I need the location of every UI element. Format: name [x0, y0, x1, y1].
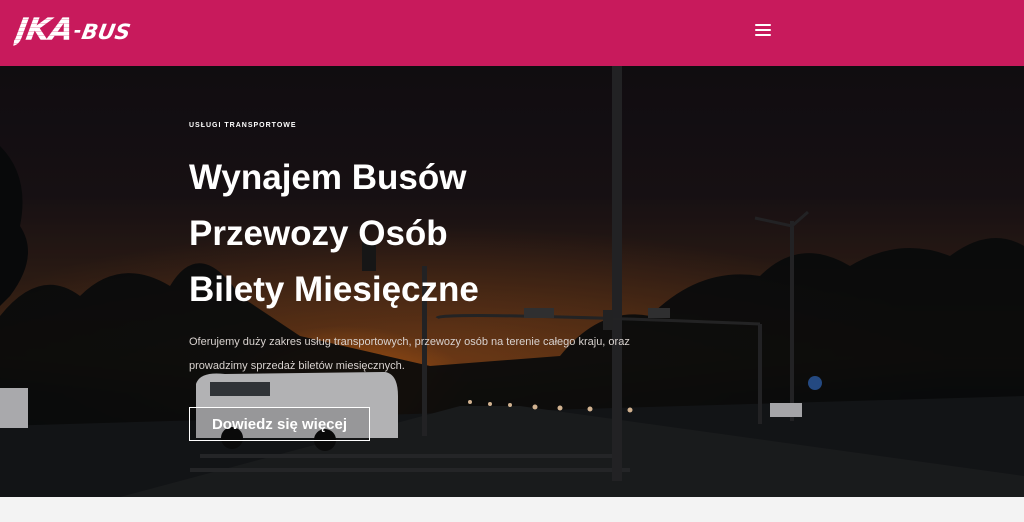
- headline-line-3: Bilety Miesięczne: [189, 270, 479, 309]
- headline-line-1: Wynajem Busów: [189, 158, 467, 197]
- hero-headline: Wynajem Busów Przewozy Osób Bilety Miesi…: [189, 150, 609, 318]
- hero-description: Oferujemy duży zakres usług transportowy…: [189, 336, 630, 372]
- learn-more-button[interactable]: Dowiedz się więcej: [189, 407, 370, 441]
- site-header: JKA - BUS: [0, 0, 1024, 66]
- hamburger-menu-icon[interactable]: [755, 24, 771, 40]
- headline-line-2: Przewozy Osób: [189, 214, 448, 253]
- site-logo[interactable]: JKA - BUS: [12, 10, 181, 50]
- logo-text-main: JKA: [12, 12, 76, 48]
- hero-eyebrow: USŁUGI TRANSPORTOWE: [189, 122, 297, 129]
- logo-text-sub: BUS: [79, 20, 133, 44]
- next-section-strip: [0, 497, 1024, 522]
